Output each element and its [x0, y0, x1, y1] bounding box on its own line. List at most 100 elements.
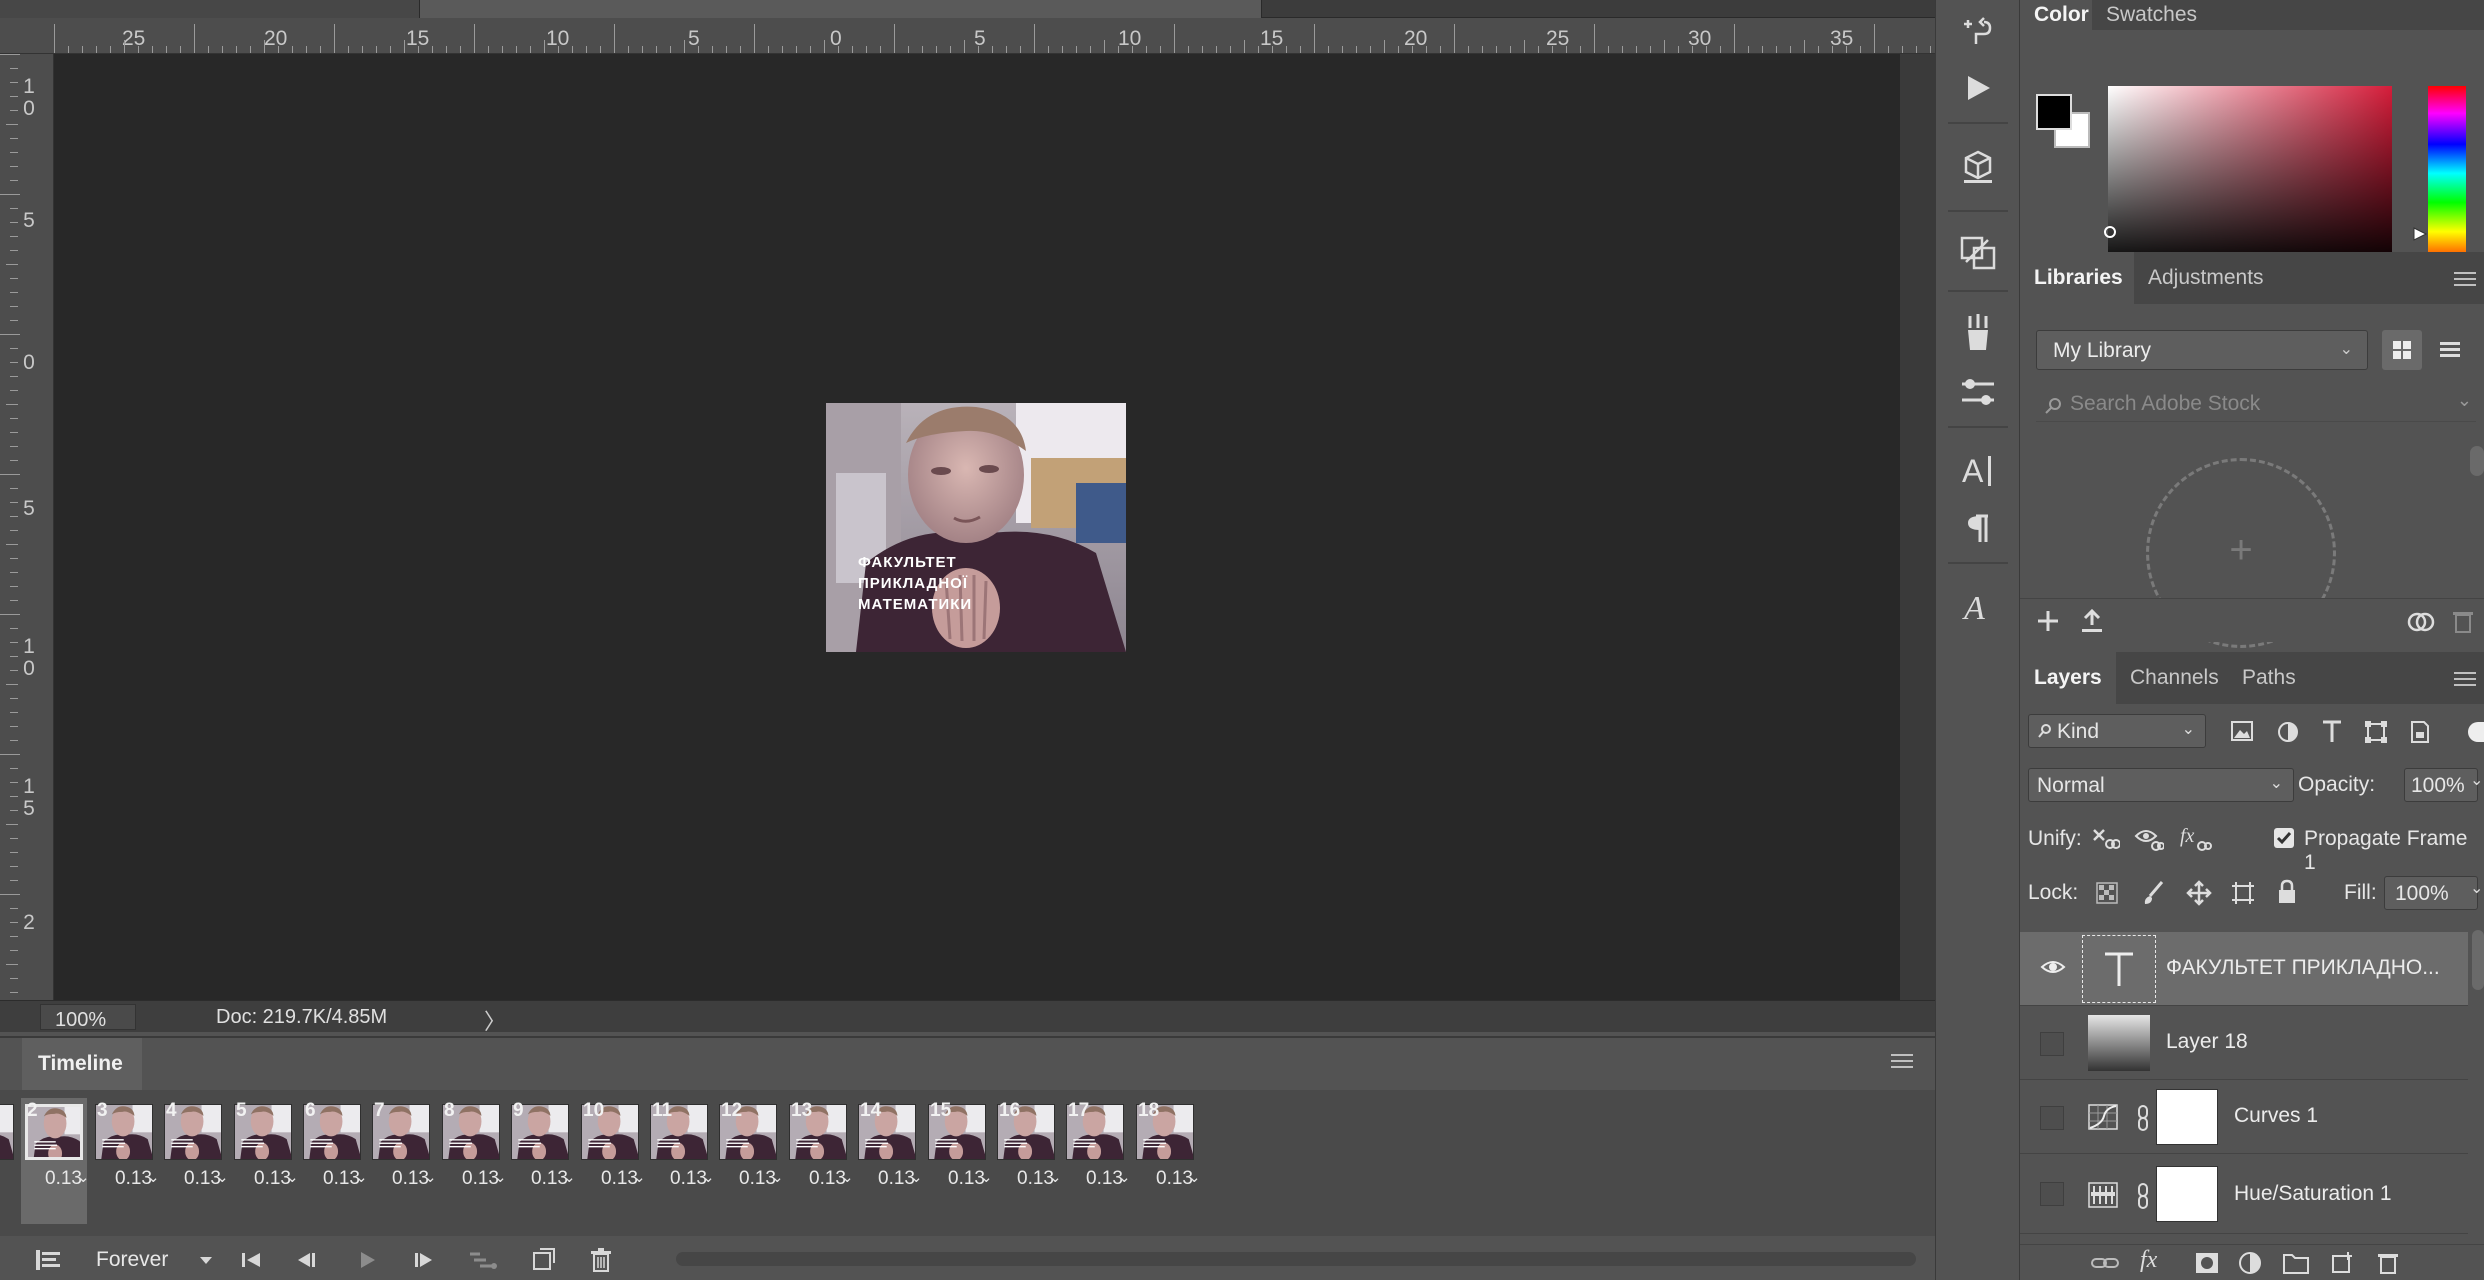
chevron-down-icon[interactable]: ⌄	[1118, 1168, 1131, 1186]
trash-icon[interactable]	[2450, 607, 2476, 640]
tab-paths[interactable]: Paths	[2228, 652, 2312, 704]
hue-slider[interactable]	[2428, 86, 2466, 268]
chevron-down-icon[interactable]: ⌄	[2470, 878, 2483, 898]
add-content-icon[interactable]	[2034, 607, 2062, 640]
status-menu-arrow[interactable]: 〉	[484, 1004, 506, 1036]
timeline-frame[interactable]: 13⌄	[0, 1098, 18, 1224]
lock-all-icon[interactable]	[2276, 879, 2298, 910]
timeline-menu-icon[interactable]	[1891, 1054, 1913, 1070]
chevron-down-icon[interactable]: ⌄	[1049, 1168, 1062, 1186]
timeline-convert-icon[interactable]	[32, 1246, 64, 1274]
link-layers-icon[interactable]	[2090, 1251, 2120, 1280]
new-group-folder-icon[interactable]	[2282, 1251, 2310, 1280]
glyphs-icon[interactable]: A	[1956, 584, 2000, 628]
propagate-checkbox[interactable]	[2274, 828, 2294, 848]
timeline-frame[interactable]: 7 0.13 ⌄	[368, 1098, 437, 1224]
blend-mode-select[interactable]: Normal ⌄	[2028, 768, 2294, 802]
adjustment-layer-icon[interactable]	[2238, 1251, 2262, 1280]
pixel-layer-filter-icon[interactable]	[2230, 720, 2254, 747]
chevron-down-icon[interactable]: ⌄	[633, 1168, 646, 1186]
timeline-frame[interactable]: 5 0.13 ⌄	[230, 1098, 299, 1224]
chevron-down-icon[interactable]: ⌄	[355, 1168, 368, 1186]
timeline-frame[interactable]: 14 0.13 ⌄	[854, 1098, 923, 1224]
lock-position-move-icon[interactable]	[2186, 880, 2212, 911]
next-frame-icon[interactable]	[408, 1246, 438, 1274]
libraries-menu-icon[interactable]	[2454, 272, 2476, 286]
tab-layers[interactable]: Layers	[2020, 652, 2116, 704]
chevron-down-icon[interactable]: ⌄	[771, 1168, 784, 1186]
lock-pixels-brush-icon[interactable]	[2142, 880, 2166, 911]
chevron-down-icon[interactable]: ⌄	[563, 1168, 576, 1186]
visibility-toggle-off[interactable]	[2040, 1182, 2064, 1206]
list-view-icon[interactable]	[2430, 330, 2470, 370]
chevron-down-icon[interactable]: ⌄	[77, 1168, 90, 1186]
timeline-frame[interactable]: 12 0.13 ⌄	[715, 1098, 784, 1224]
brush-presets-icon[interactable]	[1956, 310, 2000, 354]
zoom-field[interactable]: 100%	[40, 1004, 136, 1031]
library-select[interactable]: My Library ⌄	[2036, 330, 2368, 370]
smart-object-filter-icon[interactable]	[2408, 720, 2432, 749]
timeline-frame[interactable]: 3 0.13 ⌄	[91, 1098, 160, 1224]
color-picker-cursor[interactable]	[2104, 226, 2116, 238]
chevron-down-icon[interactable]: ⌄	[1188, 1168, 1201, 1186]
shape-filter-icon[interactable]	[2364, 720, 2388, 749]
timeline-frame[interactable]: 17 0.13 ⌄	[1062, 1098, 1131, 1224]
timeline-frame[interactable]: 16 0.13 ⌄	[993, 1098, 1062, 1224]
layer-row-pixel[interactable]: Layer 18	[2020, 1006, 2468, 1080]
visibility-toggle-off[interactable]	[2040, 1106, 2064, 1130]
canvas-vertical-scrollbar[interactable]	[1900, 54, 1935, 1000]
paragraph-icon[interactable]	[1956, 506, 2000, 550]
chevron-down-icon[interactable]: ⌄	[2457, 390, 2472, 411]
adobe-stock-search[interactable]: Search Adobe Stock ⌄	[2036, 386, 2476, 422]
chevron-down-icon[interactable]: ⌄	[424, 1168, 437, 1186]
timeline-frame[interactable]: 13 0.13 ⌄	[785, 1098, 854, 1224]
eye-icon[interactable]	[2040, 954, 2066, 980]
3d-cube-icon[interactable]	[1956, 144, 2000, 188]
grid-view-icon[interactable]	[2382, 330, 2422, 370]
tab-color[interactable]: Color	[2020, 0, 2092, 30]
adjustment-filter-icon[interactable]	[2276, 720, 2300, 749]
unify-visibility-icon[interactable]	[2134, 826, 2165, 857]
clone-source-icon[interactable]	[1956, 230, 2000, 274]
chevron-down-icon[interactable]: ⌄	[494, 1168, 507, 1186]
add-mask-icon[interactable]	[2194, 1251, 2220, 1280]
creative-cloud-icon[interactable]	[2406, 607, 2436, 640]
tab-channels[interactable]: Channels	[2116, 652, 2228, 704]
character-icon[interactable]: A	[1956, 448, 2000, 492]
timeline-frame[interactable]: 15 0.13 ⌄	[924, 1098, 993, 1224]
tween-icon[interactable]	[466, 1246, 502, 1274]
opacity-field[interactable]: 100%	[2404, 768, 2478, 802]
actions-play-icon[interactable]	[1956, 66, 2000, 110]
chevron-down-icon[interactable]: ⌄	[980, 1168, 993, 1186]
tab-timeline[interactable]: Timeline	[22, 1038, 142, 1090]
play-icon[interactable]	[352, 1246, 382, 1274]
layer-row-hue-saturation[interactable]: Hue/Saturation 1	[2020, 1154, 2468, 1234]
history-icon[interactable]	[1956, 10, 2000, 54]
fx-icon[interactable]: fx	[2140, 1247, 2157, 1274]
timeline-frame[interactable]: 10 0.13 ⌄	[577, 1098, 646, 1224]
document-info[interactable]: Doc: 219.7K/4.85M	[216, 1006, 387, 1029]
lock-transparency-icon[interactable]	[2096, 882, 2118, 909]
layer-row-text[interactable]: ФАКУЛЬТЕТ ПРИКЛАДНО...	[2020, 932, 2468, 1006]
loop-select[interactable]: Forever	[96, 1248, 168, 1272]
chevron-down-icon[interactable]: ⌄	[702, 1168, 715, 1186]
tab-libraries[interactable]: Libraries	[2020, 252, 2134, 304]
brush-settings-icon[interactable]	[1956, 370, 2000, 414]
libraries-scrollbar[interactable]	[2470, 446, 2484, 476]
kind-filter-select[interactable]: Kind ⌄	[2028, 714, 2206, 748]
document-tab-active[interactable]	[420, 0, 1262, 18]
hue-slider-handle-icon[interactable]	[2412, 226, 2428, 247]
timeline-frame[interactable]: 18 0.13 ⌄	[1132, 1098, 1201, 1224]
layers-menu-icon[interactable]	[2454, 672, 2476, 686]
document-image[interactable]: ФАКУЛЬТЕТ ПРИКЛАДНОЇ МАТЕМАТИКИ	[826, 403, 1126, 652]
tab-swatches[interactable]: Swatches	[2092, 0, 2210, 30]
upload-icon[interactable]	[2078, 607, 2106, 640]
timeline-frame[interactable]: 11 0.13 ⌄	[646, 1098, 715, 1224]
document-tab[interactable]	[0, 0, 420, 18]
layers-scrollbar[interactable]	[2472, 930, 2484, 990]
duplicate-frame-icon[interactable]	[528, 1246, 558, 1274]
new-layer-icon[interactable]	[2330, 1251, 2354, 1280]
foreground-color-swatch[interactable]	[2036, 94, 2072, 130]
visibility-toggle-off[interactable]	[2040, 1032, 2064, 1056]
delete-layer-icon[interactable]	[2376, 1251, 2400, 1280]
